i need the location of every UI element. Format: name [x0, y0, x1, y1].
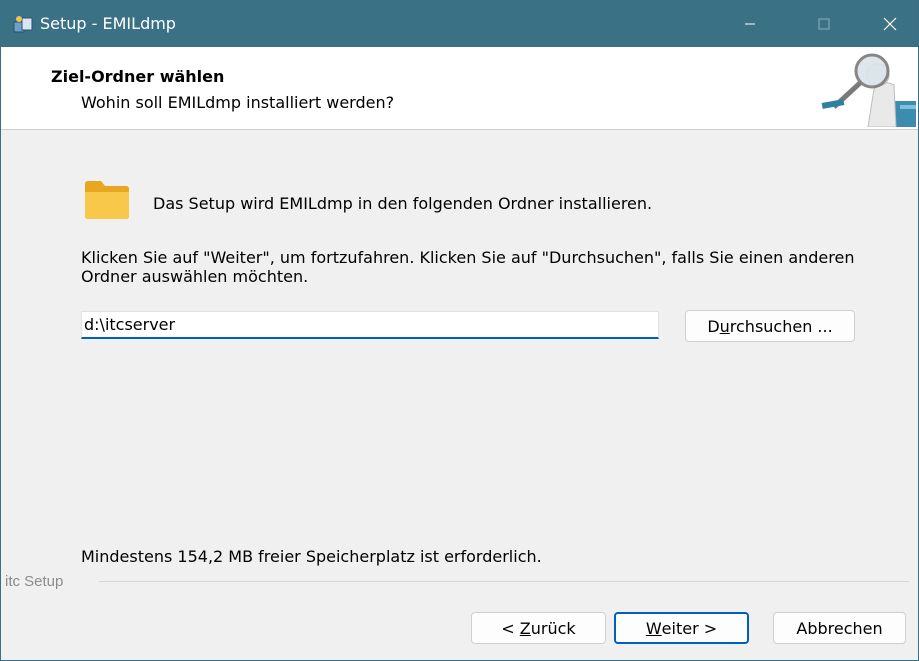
- wizard-header: Ziel-Ordner wählen Wohin soll EMILdmp in…: [1, 47, 918, 130]
- magnifier-wizard-image: [821, 53, 916, 127]
- back-label-pre: <: [501, 618, 520, 638]
- maximize-button[interactable]: [801, 1, 847, 47]
- footer-divider: [99, 581, 909, 582]
- setup-window: Setup - EMILdmp Ziel-Ordner wählen Wohin…: [0, 0, 919, 661]
- group-label: itc Setup: [5, 573, 64, 590]
- page-title: Ziel-Ordner wählen: [51, 67, 225, 86]
- next-button[interactable]: Weiter >: [614, 612, 749, 644]
- instruction-text: Klicken Sie auf "Weiter", um fortzufahre…: [81, 248, 855, 286]
- browse-label-post: rchsuchen ...: [729, 316, 833, 336]
- maximize-icon: [818, 18, 830, 30]
- next-label-post: eiter >: [661, 618, 718, 638]
- back-label-accel: Z: [519, 618, 531, 638]
- close-button[interactable]: [867, 1, 913, 47]
- install-info-text: Das Setup wird EMILdmp in den folgenden …: [153, 194, 653, 213]
- disk-space-text: Mindestens 154,2 MB freier Speicherplatz…: [81, 547, 542, 566]
- browse-label-pre: D: [707, 316, 720, 336]
- window-title: Setup - EMILdmp: [40, 14, 176, 33]
- app-setup-icon: [13, 16, 33, 33]
- browse-label-accel: u: [719, 316, 730, 336]
- cancel-button[interactable]: Abbrechen: [773, 612, 906, 644]
- back-label-post: urück: [530, 618, 576, 638]
- next-label-accel: W: [645, 618, 662, 638]
- page-subtitle: Wohin soll EMILdmp installiert werden?: [81, 93, 395, 112]
- install-path-input[interactable]: [81, 311, 659, 339]
- close-icon: [883, 17, 897, 31]
- minimize-button[interactable]: [727, 1, 773, 47]
- folder-icon: [85, 181, 129, 219]
- title-bar[interactable]: Setup - EMILdmp: [1, 1, 918, 47]
- back-button[interactable]: < Zurück: [471, 612, 606, 644]
- minimize-icon: [745, 23, 755, 25]
- browse-button[interactable]: Du rchsuchen ...: [685, 310, 855, 342]
